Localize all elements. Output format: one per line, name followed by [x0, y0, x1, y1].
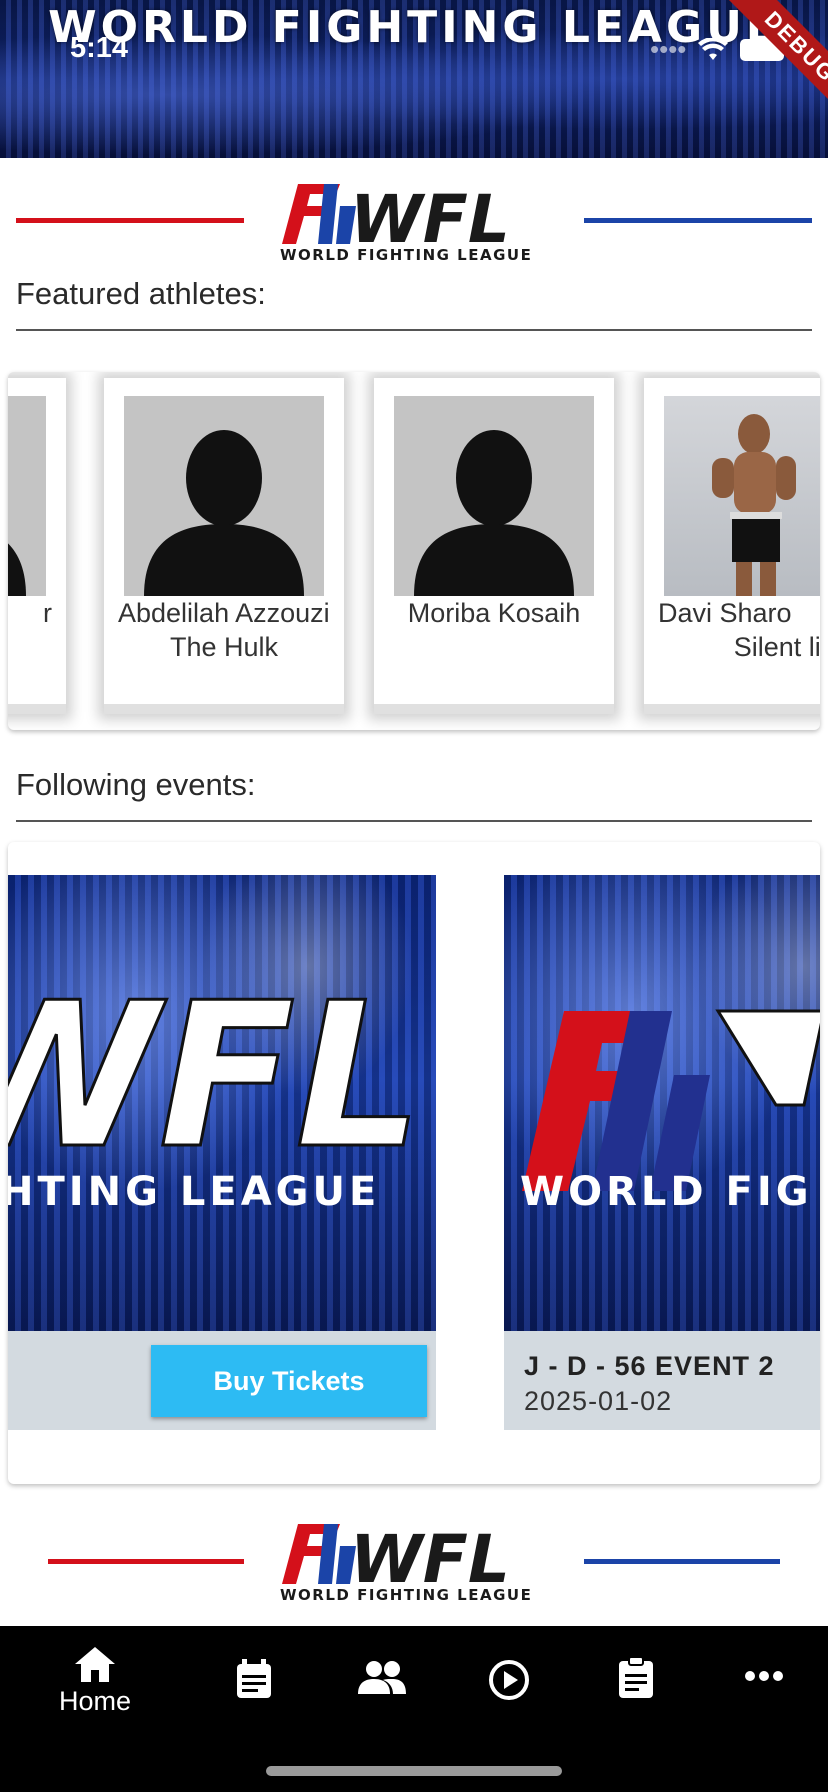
- athlete-name: Davi Sharo Silent lic: [658, 596, 820, 664]
- clipboard-icon: [619, 1656, 653, 1698]
- logo-line-blue: [584, 218, 812, 223]
- athlete-photo: [8, 396, 46, 596]
- athletes-carousel[interactable]: r Abdelilah Azzouzi The Hulk Moriba Kosa…: [8, 372, 820, 730]
- events-divider: [16, 820, 812, 822]
- wifi-icon: [698, 37, 729, 60]
- athlete-card[interactable]: Abdelilah Azzouzi The Hulk: [104, 378, 344, 714]
- athlete-card[interactable]: Davi Sharo Silent lic: [644, 378, 820, 714]
- nav-videos[interactable]: [449, 1658, 569, 1738]
- nav-home-label: Home: [58, 1686, 132, 1716]
- athlete-name: Moriba Kosaih: [407, 598, 581, 628]
- footer-line-blue: [584, 1559, 780, 1564]
- wfl-logo: WFL WORLD FIGHTING LEAGUE: [280, 181, 550, 264]
- header-banner: WORLD FIGHTING LEAGUE 5:14 •••• DEBUG: [0, 0, 828, 158]
- home-indicator: [266, 1766, 562, 1776]
- svg-text:WORLD FIG: WORLD FIG: [520, 1169, 813, 1215]
- athletes-divider: [16, 329, 812, 331]
- status-icons: ••••: [650, 34, 785, 65]
- nav-home[interactable]: Home: [35, 1644, 155, 1724]
- athlete-nickname: The Hulk: [169, 632, 279, 662]
- event-date: 2025-01-02: [524, 1386, 673, 1416]
- event-card[interactable]: WFL HTING LEAGUE Buy Tickets: [8, 875, 436, 1430]
- svg-text:WFL: WFL: [8, 960, 423, 1193]
- nav-events[interactable]: [194, 1658, 314, 1738]
- nav-athletes[interactable]: [322, 1660, 442, 1740]
- athlete-photo: [124, 396, 324, 596]
- logo-subtitle: WORLD FIGHTING LEAGUE: [280, 246, 532, 262]
- event-name: J - D - 56 EVENT 2: [524, 1351, 775, 1381]
- svg-text:HTING LEAGUE: HTING LEAGUE: [8, 1169, 380, 1215]
- footer-wfl-logo: WFL WORLD FIGHTING LEAGUE: [280, 1521, 550, 1604]
- events-section-title: Following events:: [16, 767, 256, 802]
- footer-line-red: [48, 1559, 244, 1564]
- calendar-icon: [237, 1659, 271, 1698]
- more-horizontal-icon: [745, 1671, 783, 1681]
- footer-logo-subtitle: WORLD FIGHTING LEAGUE: [280, 1586, 532, 1602]
- logo-line-red: [16, 218, 244, 223]
- home-icon: [75, 1647, 115, 1682]
- athlete-name: Abdelilah Azzouzi The Hulk: [118, 598, 330, 662]
- events-carousel[interactable]: WFL HTING LEAGUE Buy Tickets WORLD FIG J…: [8, 842, 820, 1484]
- nav-more[interactable]: [704, 1670, 824, 1750]
- buy-tickets-button[interactable]: Buy Tickets: [151, 1345, 427, 1417]
- people-icon: [358, 1661, 406, 1694]
- athlete-nickname: Silent lic: [733, 632, 820, 662]
- play-circle-icon: [489, 1660, 529, 1700]
- nav-rankings[interactable]: [576, 1656, 696, 1736]
- athlete-card[interactable]: Moriba Kosaih: [374, 378, 614, 714]
- status-time: 5:14: [70, 32, 129, 64]
- athlete-photo: [394, 396, 594, 596]
- athlete-name: r: [43, 598, 52, 628]
- athletes-section-title: Featured athletes:: [16, 276, 266, 311]
- signal-icon: ••••: [650, 34, 687, 64]
- event-image: WORLD FIG: [504, 875, 820, 1331]
- athlete-photo: [664, 396, 820, 596]
- event-card[interactable]: WORLD FIG J - D - 56 EVENT 2 2025-01-02: [504, 875, 820, 1430]
- athlete-card[interactable]: r: [8, 378, 66, 714]
- event-image: WFL HTING LEAGUE: [8, 875, 436, 1331]
